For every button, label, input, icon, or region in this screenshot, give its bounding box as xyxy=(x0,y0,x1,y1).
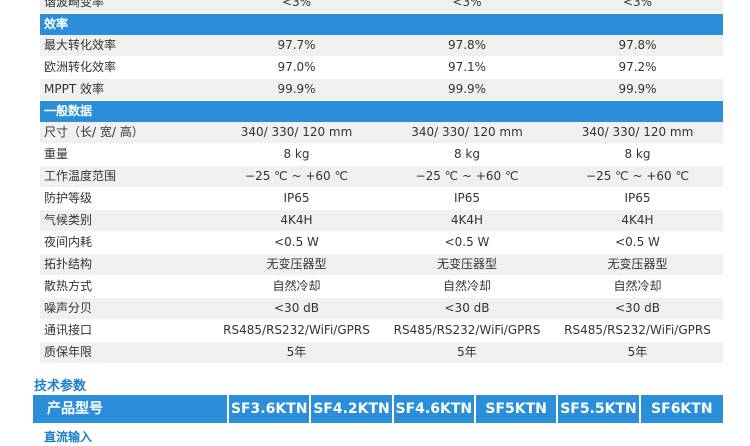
cell-value: −25 ℃ ~ +60 ℃ xyxy=(552,165,723,188)
spec-table: 谐波畸变率 <3% <3% <3% 效率 最大转化效率 97.7% 97.8% 97.8% 欧洲转… xyxy=(40,0,723,364)
cell-value: <30 dB xyxy=(552,297,723,320)
cell-value: 99.9% xyxy=(552,78,723,101)
model-name: SF5.5KTN xyxy=(558,395,641,423)
table-row: 散热方式 自然冷却 自然冷却 自然冷却 xyxy=(40,275,723,298)
cell-value: 无变压器型 xyxy=(552,253,723,276)
row-label: 气候类别 xyxy=(40,209,211,232)
row-label: 质保年限 xyxy=(40,341,211,364)
cell-value: IP65 xyxy=(382,187,552,210)
cell-value: <30 dB xyxy=(382,297,552,320)
section-header: 一般数据 xyxy=(40,100,723,122)
cell-value: <0.5 W xyxy=(382,231,552,254)
cell-value: 4K4H xyxy=(552,209,723,232)
cell-value: 340/ 330/ 120 mm xyxy=(211,122,382,144)
cell-value: 97.2% xyxy=(552,56,723,79)
row-label: 谐波畸变率 xyxy=(40,0,211,14)
cell-value: <0.5 W xyxy=(552,231,723,254)
cell-value: <30 dB xyxy=(211,297,382,320)
row-label: 最大转化效率 xyxy=(40,35,211,57)
cell-value: 97.1% xyxy=(382,56,552,79)
model-name: SF5KTN xyxy=(475,395,559,423)
cell-value: <3% xyxy=(211,0,382,14)
row-label: 工作温度范围 xyxy=(40,165,211,188)
row-label: MPPT 效率 xyxy=(40,78,211,101)
table-row: MPPT 效率 99.9% 99.9% 99.9% xyxy=(40,78,723,101)
model-header-row: 产品型号 SF3.6KTN SF4.2KTN SF4.6KTN SF5KTN S… xyxy=(33,395,723,423)
row-label: 拓扑结构 xyxy=(40,253,211,276)
cell-value: 无变压器型 xyxy=(211,253,382,276)
cell-value: 5年 xyxy=(552,341,723,364)
table-row: 夜间内耗 <0.5 W <0.5 W <0.5 W xyxy=(40,231,723,254)
cell-value: −25 ℃ ~ +60 ℃ xyxy=(382,165,552,188)
cell-value: RS485/RS232/WiFi/GPRS xyxy=(552,319,723,342)
cell-value: 4K4H xyxy=(382,209,552,232)
row-label: 散热方式 xyxy=(40,275,211,298)
cell-value: 99.9% xyxy=(211,78,382,101)
row-label: 尺寸（长/ 宽/ 高） xyxy=(40,122,211,144)
model-name: SF4.6KTN xyxy=(393,395,476,423)
row-label: 通讯接口 xyxy=(40,319,211,342)
table-row: 质保年限 5年 5年 5年 xyxy=(40,341,723,364)
cell-value: RS485/RS232/WiFi/GPRS xyxy=(211,319,382,342)
cell-value: 8 kg xyxy=(552,143,723,166)
row-label: 防护等级 xyxy=(40,187,211,210)
model-name: SF6KTN xyxy=(640,395,723,423)
cell-value: 97.0% xyxy=(211,56,382,79)
cell-value: 5年 xyxy=(211,341,382,364)
table-row: 拓扑结构 无变压器型 无变压器型 无变压器型 xyxy=(40,253,723,276)
table-row: 通讯接口 RS485/RS232/WiFi/GPRS RS485/RS232/WiF… xyxy=(40,319,723,342)
table-row: 工作温度范围 −25 ℃ ~ +60 ℃ −25 ℃ ~ +60 ℃ −25 ℃ ~ … xyxy=(40,165,723,188)
row-label: 欧洲转化效率 xyxy=(40,56,211,79)
cell-value: 8 kg xyxy=(211,143,382,166)
cell-value: 无变压器型 xyxy=(382,253,552,276)
cell-value: −25 ℃ ~ +60 ℃ xyxy=(211,165,382,188)
cell-value: IP65 xyxy=(211,187,382,210)
cell-value: 自然冷却 xyxy=(382,275,552,298)
table-row: 防护等级 IP65 IP65 IP65 xyxy=(40,187,723,210)
cell-value: IP65 xyxy=(552,187,723,210)
table-row: 最大转化效率 97.7% 97.8% 97.8% xyxy=(40,35,723,57)
section-header: 效率 xyxy=(40,13,723,35)
cell-value: 自然冷却 xyxy=(211,275,382,298)
row-label: 重量 xyxy=(40,143,211,166)
section-header-row: 一般数据 xyxy=(40,100,723,122)
tech-params-title: 技术参数 xyxy=(34,379,87,394)
cell-value: <3% xyxy=(382,0,552,14)
row-label: 噪声分贝 xyxy=(40,297,211,320)
cell-value: 97.8% xyxy=(382,35,552,57)
model-name: SF3.6KTN xyxy=(229,395,312,423)
row-label: 夜间内耗 xyxy=(40,231,211,254)
model-header-label: 产品型号 xyxy=(33,395,229,423)
cell-value: 4K4H xyxy=(211,209,382,232)
cell-value: <3% xyxy=(552,0,723,14)
cell-value: <0.5 W xyxy=(211,231,382,254)
table-row: 噪声分贝 <30 dB <30 dB <30 dB xyxy=(40,297,723,320)
table-row: 欧洲转化效率 97.0% 97.1% 97.2% xyxy=(40,56,723,79)
table-row: 谐波畸变率 <3% <3% <3% xyxy=(40,0,723,14)
cell-value: 5年 xyxy=(382,341,552,364)
table-row: 重量 8 kg 8 kg 8 kg xyxy=(40,143,723,166)
cell-value: 97.7% xyxy=(211,35,382,57)
model-name: SF4.2KTN xyxy=(311,395,394,423)
cell-value: 99.9% xyxy=(382,78,552,101)
cell-value: 340/ 330/ 120 mm xyxy=(382,122,552,144)
cell-value: 340/ 330/ 120 mm xyxy=(552,122,723,144)
dc-input-section: 直流输入 xyxy=(44,430,93,444)
cell-value: 自然冷却 xyxy=(552,275,723,298)
cell-value: RS485/RS232/WiFi/GPRS xyxy=(382,319,552,342)
cell-value: 97.8% xyxy=(552,35,723,57)
cell-value: 8 kg xyxy=(382,143,552,166)
section-header-row: 效率 xyxy=(40,13,723,35)
table-row: 气候类别 4K4H 4K4H 4K4H xyxy=(40,209,723,232)
table-row: 尺寸（长/ 宽/ 高） 340/ 330/ 120 mm 340/ 330/ 120… xyxy=(40,122,723,144)
